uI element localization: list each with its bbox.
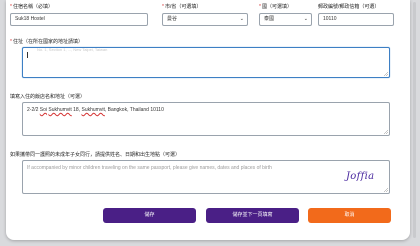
application-form-card: *住宿名稱（必填） *市/省（可選填） *國（可選填） 郵政編號/郵政信箱（可選… xyxy=(6,0,410,240)
resize-grip-icon[interactable] xyxy=(384,72,388,76)
page: *住宿名稱（必填） *市/省（可選填） *國（可選填） 郵政編號/郵政信箱（可選… xyxy=(0,0,420,246)
postal-code-label: 郵政編號/郵政信箱（可選） xyxy=(318,4,380,10)
text-caret xyxy=(27,52,28,58)
region-label: *市/省（可選填） xyxy=(162,4,202,10)
hotel-name-input[interactable]: Suk18 Hostel xyxy=(10,13,148,26)
home-address-label: *住址（在所在國家的地址請填） xyxy=(10,39,83,45)
chevron-down-icon: ⌄ xyxy=(303,16,308,22)
country-label: *國（可選填） xyxy=(259,4,292,10)
save-button[interactable]: 儲存 xyxy=(103,208,196,223)
autofill-ghost-text: No. 1, Section 1, ..., New Taipei, Taiwa… xyxy=(37,47,108,52)
handwritten-signature: Joffia xyxy=(346,171,375,182)
chevron-down-icon: ⌄ xyxy=(239,16,244,22)
postal-code-input[interactable]: 10110 xyxy=(318,13,394,26)
scrollbar[interactable] xyxy=(413,2,416,238)
region-select[interactable]: 曼谷 ⌄ xyxy=(162,13,248,26)
home-address-textarea[interactable]: No. 1, Section 1, ..., New Taipei, Taiwa… xyxy=(22,47,390,78)
cancel-button[interactable]: 取消 xyxy=(308,208,391,223)
companions-label: 如果攜帶同一護照的未成年子女同行，請提供姓名、日期和出生地點（可選） xyxy=(10,152,181,158)
companions-textarea[interactable]: If accompanied by minor children traveli… xyxy=(22,160,390,194)
hotel-name-label: *住宿名稱（必填） xyxy=(10,4,53,10)
country-select[interactable]: 泰國 ⌄ xyxy=(259,13,312,26)
resize-grip-icon[interactable] xyxy=(384,130,388,134)
save-and-next-button[interactable]: 儲存並下一頁填寫 xyxy=(206,208,299,223)
hotel-address-label: 填寫入住的飯店名和地址（可選） xyxy=(10,94,86,100)
hotel-address-textarea[interactable]: 2-2/2 Soi Sukhumvit 18, Sukhumvit, Bangk… xyxy=(22,102,390,136)
resize-grip-icon[interactable] xyxy=(384,188,388,192)
